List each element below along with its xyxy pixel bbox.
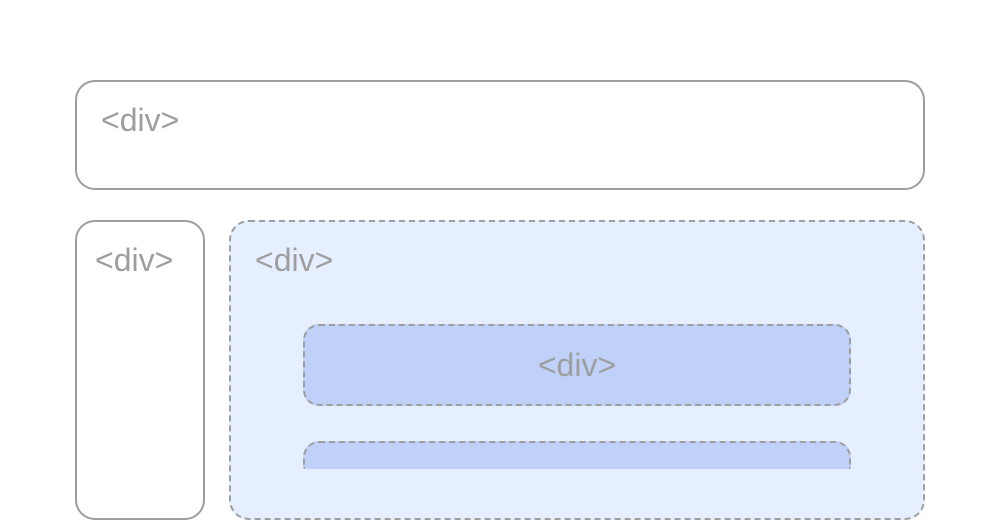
inner-div-box-1: <div> — [303, 324, 851, 406]
main-inner-content: <div> — [255, 324, 899, 469]
layout-diagram: <div> <div> <div> <div> — [0, 0, 1000, 520]
header-div-label: <div> — [101, 102, 179, 138]
inner-div-label-1: <div> — [538, 347, 616, 384]
main-div-label: <div> — [255, 242, 899, 279]
header-div-box: <div> — [75, 80, 925, 190]
sidebar-div-label: <div> — [95, 242, 173, 278]
main-div-box: <div> <div> — [229, 220, 925, 520]
sidebar-div-box: <div> — [75, 220, 205, 520]
inner-div-box-2 — [303, 441, 851, 469]
content-row: <div> <div> <div> — [75, 220, 925, 520]
